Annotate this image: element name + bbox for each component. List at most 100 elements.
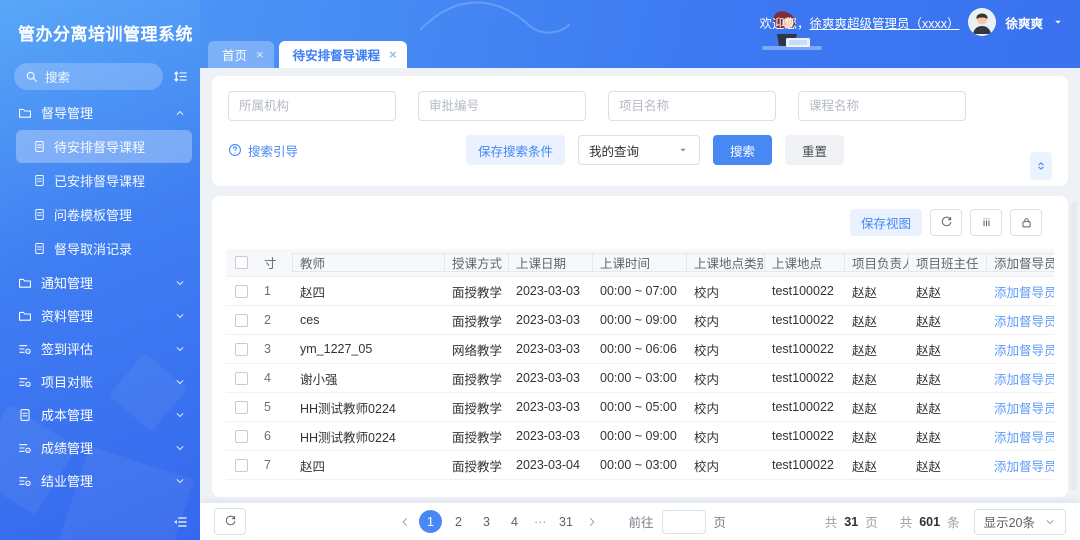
scrollbar[interactable] (1071, 202, 1077, 490)
columns-icon[interactable] (970, 209, 1002, 236)
page-prev-icon[interactable] (396, 516, 414, 528)
panel-collapse-icon[interactable] (1030, 152, 1052, 180)
page-1[interactable]: 1 (419, 510, 442, 533)
chevron-down-icon (174, 409, 186, 421)
doc-icon (33, 174, 46, 187)
sidebar-group-0[interactable]: 督导管理 (0, 96, 200, 129)
page-2[interactable]: 2 (447, 510, 470, 533)
sidebar-group-2[interactable]: 资料管理 (0, 299, 200, 332)
page-31[interactable]: 31 (555, 510, 578, 533)
search-guide-label: 搜索引导 (248, 144, 299, 159)
doc-icon (33, 140, 46, 153)
question-circle-icon (228, 143, 242, 157)
add-supervisor-link[interactable]: 添加督导员 (994, 344, 1054, 358)
search-field-审批编号[interactable] (418, 91, 586, 121)
chevron-down-icon (174, 442, 186, 454)
my-query-select[interactable]: 我的查询 (578, 135, 701, 165)
search-guide-link[interactable]: 搜索引导 (228, 141, 298, 160)
doc-icon (33, 242, 46, 255)
chevron-up-icon (174, 107, 186, 119)
folder-icon (18, 309, 32, 323)
sidebar-group-1[interactable]: 通知管理 (0, 266, 200, 299)
cell-place_type: 校内 (694, 430, 720, 445)
cell-method: 面授教学 (452, 285, 503, 300)
user-name[interactable]: 徐爽爽 (1005, 13, 1043, 32)
cell-place: test100022 (772, 371, 834, 385)
cell-leader: 赵赵 (852, 401, 878, 416)
page-size-select[interactable]: 显示20条 (973, 508, 1066, 535)
folder-icon (18, 276, 32, 290)
avatar[interactable] (968, 8, 997, 36)
sidebar-collapse-icon[interactable] (172, 514, 188, 530)
cell-place_type: 校内 (694, 372, 720, 387)
refresh-icon[interactable] (930, 209, 962, 236)
total-pages-value: 31 (844, 514, 859, 529)
page-3[interactable]: 3 (475, 510, 498, 533)
cell-place: test100022 (772, 429, 834, 443)
cell-teacher: ces (300, 313, 320, 327)
cell-time: 00:00 ~ 09:00 (600, 429, 677, 443)
tab-首页[interactable]: 首页 × (208, 41, 274, 68)
topbar: 欢迎您， 徐爽爽超级管理员（xxxx） 徐爽爽 首页 × 待安排督导课程 × (200, 0, 1080, 68)
sidebar-item-已安排督导课程[interactable]: 已安排督导课程 (16, 164, 192, 197)
row-checkbox[interactable] (234, 284, 248, 298)
welcome-user-link[interactable]: 徐爽爽超级管理员（xxxx） (809, 13, 959, 32)
sidebar-item-待安排督导课程[interactable]: 待安排督导课程 (16, 130, 192, 163)
lock-icon[interactable] (1010, 209, 1042, 236)
add-supervisor-link[interactable]: 添加督导员 (994, 373, 1054, 387)
add-supervisor-link[interactable]: 添加督导员 (994, 460, 1054, 474)
tab-待安排督导课程[interactable]: 待安排督导课程 × (278, 41, 407, 68)
page-next-icon[interactable] (583, 516, 601, 528)
sidebar-item-label: 待安排督导课程 (54, 140, 146, 155)
add-supervisor-link[interactable]: 添加督导员 (994, 402, 1054, 416)
cell-place: test100022 (772, 284, 834, 298)
cell-leader: 赵赵 (852, 285, 878, 300)
save-search-condition-button[interactable]: 保存搜索条件 (466, 135, 566, 165)
cell-place_type: 校内 (694, 459, 720, 474)
table-toolbar: 保存视图 (226, 209, 1054, 236)
close-icon[interactable]: × (389, 48, 397, 61)
search-panel: 搜索引导 保存搜索条件 我的查询 搜索 重置 (212, 76, 1068, 186)
cell-teacher: ym_1227_05 (300, 342, 373, 356)
cell-teacher: 赵四 (300, 285, 326, 300)
row-checkbox[interactable] (234, 429, 248, 443)
table-refresh-icon[interactable] (214, 508, 246, 535)
search-field-所属机构[interactable] (228, 91, 396, 121)
add-supervisor-link[interactable]: 添加督导员 (994, 286, 1054, 300)
search-field-项目名称[interactable] (608, 91, 776, 121)
row-checkbox[interactable] (234, 458, 248, 472)
column-header-项目负责人: 项目负责人 (844, 253, 908, 272)
total-items-label: 共 (899, 516, 913, 530)
save-view-button[interactable]: 保存视图 (849, 209, 922, 236)
select-all-checkbox[interactable] (234, 256, 248, 269)
table-row: 6 HH测试教师0224 面授教学 2023-03-03 00:00 ~ 09:00 校内… (226, 422, 1054, 451)
page-4[interactable]: 4 (503, 510, 526, 533)
cell-teacher: 赵四 (300, 459, 326, 474)
cell-leader: 赵赵 (852, 430, 878, 445)
row-checkbox[interactable] (234, 400, 248, 414)
close-icon[interactable]: × (256, 48, 264, 61)
table-row: 5 HH测试教师0224 面授教学 2023-03-03 00:00 ~ 05:00 校内… (226, 393, 1054, 422)
pager: 1 2 3 4 ··· 31 (396, 510, 601, 533)
row-checkbox-cell (226, 400, 256, 414)
jump-page-input[interactable] (661, 509, 706, 534)
add-supervisor-link[interactable]: 添加督导员 (994, 431, 1054, 445)
menu-sort-icon[interactable] (173, 69, 188, 84)
add-supervisor-link[interactable]: 添加督导员 (994, 315, 1054, 329)
row-checkbox[interactable] (234, 371, 248, 385)
reset-button[interactable]: 重置 (785, 135, 845, 165)
row-checkbox[interactable] (234, 342, 248, 356)
sidebar-item-问卷模板管理[interactable]: 问卷模板管理 (16, 198, 192, 231)
search-button[interactable]: 搜索 (713, 135, 773, 165)
sidebar-item-督导取消记录[interactable]: 督导取消记录 (16, 232, 192, 265)
column-header-授课方式: 授课方式 (444, 253, 508, 272)
user-caret-down-icon[interactable] (1052, 16, 1064, 28)
sidebar-group-3[interactable]: 签到评估 (0, 332, 200, 365)
sidebar-search-input[interactable]: 搜索 (14, 63, 163, 90)
search-field-课程名称[interactable] (798, 91, 966, 121)
cell-teacher: HH测试教师0224 (300, 401, 396, 416)
cell-method: 网络教学 (452, 343, 503, 358)
row-checkbox[interactable] (234, 313, 248, 327)
tab-label: 首页 (222, 49, 248, 63)
sidebar-group-label: 成本管理 (41, 408, 94, 423)
